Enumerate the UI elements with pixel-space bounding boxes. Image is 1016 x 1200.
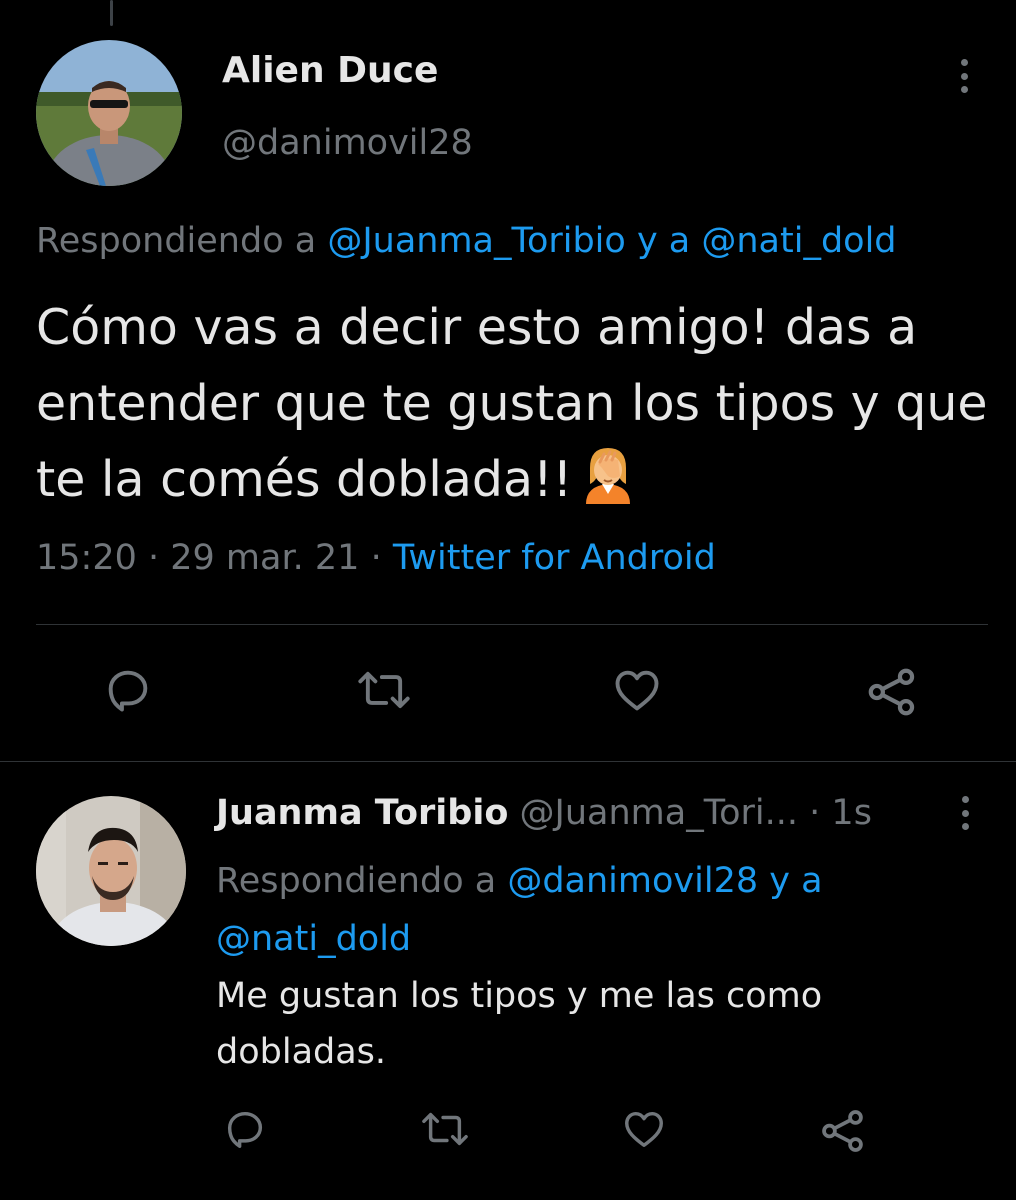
replying-joiner: y a xyxy=(758,861,823,901)
mention-link[interactable]: @nati_dold xyxy=(216,919,411,959)
tweet-text: Cómo vas a decir esto amigo! das a enten… xyxy=(36,290,996,526)
author-handle[interactable]: @danimovil28 xyxy=(222,123,473,163)
replying-prefix: Respondiendo a xyxy=(36,221,328,261)
meta-separator: · xyxy=(136,538,171,578)
tweet-source[interactable]: Twitter for Android xyxy=(393,538,716,578)
main-tweet: Alien Duce @danimovil28 Respondiendo a @… xyxy=(0,0,1016,760)
tweet-time[interactable]: 15:20 xyxy=(36,538,137,578)
tweet-text: Me gustan los tipos y me las como doblad… xyxy=(216,976,823,1072)
tweet-meta: 15:20 · 29 mar. 21 · Twitter for Android xyxy=(36,538,716,578)
avatar-photo xyxy=(36,40,182,186)
tweet-time[interactable]: 1s xyxy=(831,793,872,833)
avatar[interactable] xyxy=(36,40,182,186)
tweet-thread-screen: Alien Duce @danimovil28 Respondiendo a @… xyxy=(0,0,1016,1200)
replying-prefix: Respondiendo a xyxy=(216,861,508,901)
divider xyxy=(36,624,988,625)
reply-header: Juanma Toribio @Juanma_Tori... · 1s xyxy=(216,793,872,833)
reply-icon[interactable] xyxy=(102,664,154,716)
divider xyxy=(0,761,1016,762)
like-icon[interactable] xyxy=(610,664,664,716)
meta-separator: · xyxy=(359,538,393,578)
more-options-icon[interactable] xyxy=(957,59,971,93)
replying-joiner: y a xyxy=(625,221,702,261)
avatar-photo xyxy=(36,796,186,946)
reply-icon[interactable] xyxy=(222,1106,268,1152)
share-icon[interactable] xyxy=(864,664,920,720)
retweet-icon[interactable] xyxy=(420,1106,470,1152)
author-name[interactable]: Alien Duce xyxy=(222,50,438,91)
retweet-icon[interactable] xyxy=(356,664,412,716)
face-palm-emoji xyxy=(580,446,636,526)
tweet-date[interactable]: 29 mar. 21 xyxy=(170,538,359,578)
mention-link[interactable]: @danimovil28 xyxy=(507,861,758,901)
replying-to-line: Respondiendo a @Juanma_Toribio y a @nati… xyxy=(36,221,897,261)
more-options-icon[interactable] xyxy=(958,796,972,830)
mention-link[interactable]: @nati_dold xyxy=(701,221,896,261)
tweet-body: Cómo vas a decir esto amigo! das a enten… xyxy=(36,299,988,508)
like-icon[interactable] xyxy=(620,1106,668,1152)
meta-separator: · xyxy=(798,793,832,833)
share-icon[interactable] xyxy=(818,1106,868,1156)
author-handle[interactable]: @Juanma_Tori... xyxy=(520,793,799,833)
replying-to-line: Respondiendo a @danimovil28 y a @nati_dol… xyxy=(216,852,976,968)
mention-link[interactable]: @Juanma_Toribio xyxy=(327,221,626,261)
author-name[interactable]: Juanma Toribio xyxy=(216,793,508,833)
avatar[interactable] xyxy=(36,796,186,946)
